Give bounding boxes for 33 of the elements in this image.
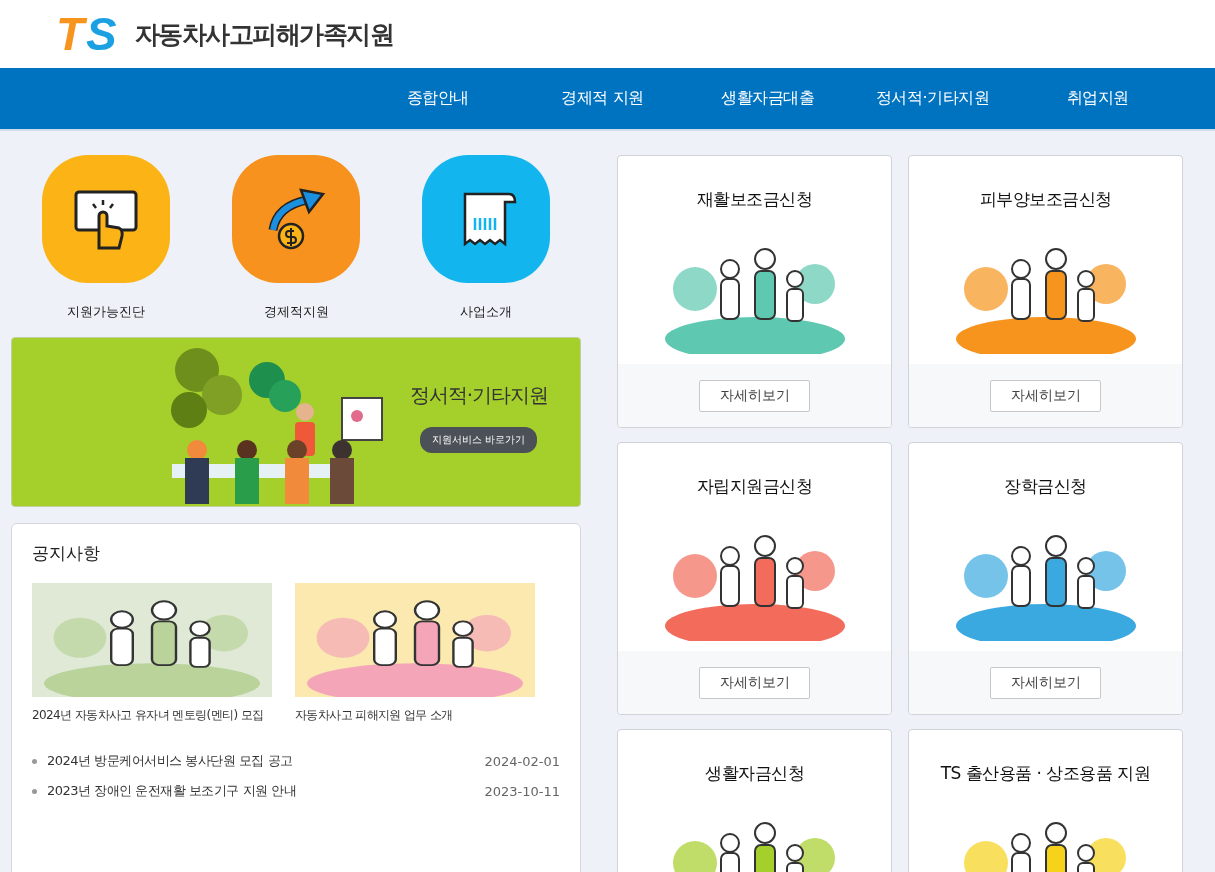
card-title: 재활보조금신청 [695,188,814,211]
nav-item[interactable]: 종합안내 [355,68,520,129]
details-button[interactable]: 자세히보기 [699,379,810,412]
details-button[interactable]: 자세히보기 [699,666,810,699]
quick-link-tile[interactable] [232,155,360,283]
site-title: 자동차사고피해가족지원 [134,18,394,51]
quick-link-label[interactable]: 경제적지원 [263,303,329,321]
banner-button[interactable]: 지원서비스 바로가기 [420,427,538,453]
bullet-icon [32,788,37,794]
banner-title: 정서적·기타지원 [409,382,548,409]
card-title: 장학금신청 [1003,475,1088,498]
quick-link-label[interactable]: 지원가능진단 [67,303,145,321]
notice-date: 2024-02-01 [484,753,560,769]
quick-link-tile[interactable] [422,155,550,283]
notice-link[interactable]: 2023년 장애인 운전재활 보조기구 지원 안내 [47,782,485,800]
nav-item[interactable]: 경제적 지원 [520,68,685,129]
card-title: 자립지원금신청 [695,475,814,498]
nav-item[interactable]: 취업지원 [1015,68,1180,129]
notice-link[interactable]: 2024년 방문케어서비스 봉사단원 모집 공고 [47,752,485,770]
quick-link-label[interactable]: 사업소개 [460,303,512,321]
card-title: 피부양보조금신청 [978,188,1113,211]
notice-date: 2023-10-11 [484,783,560,799]
details-button[interactable]: 자세히보기 [990,666,1101,699]
card-title: 생활자금신청 [704,762,805,785]
nav-item[interactable]: 생활자금대출 [685,68,850,129]
notice-caption[interactable]: 자동차사고 피해지원 업무 소개 [295,707,453,724]
nav-item[interactable]: 정서적·기타지원 [850,68,1015,129]
card-title: TS 출산용품 · 상조용품 지원 [939,762,1152,785]
bullet-icon [32,758,37,764]
notice-caption[interactable]: 2024년 자동차사고 유자녀 멘토링(멘티) 모집 [32,707,264,724]
details-button[interactable]: 자세히보기 [990,379,1101,412]
quick-link-tile[interactable] [42,155,170,283]
notice-title: 공지사항 [32,542,101,565]
